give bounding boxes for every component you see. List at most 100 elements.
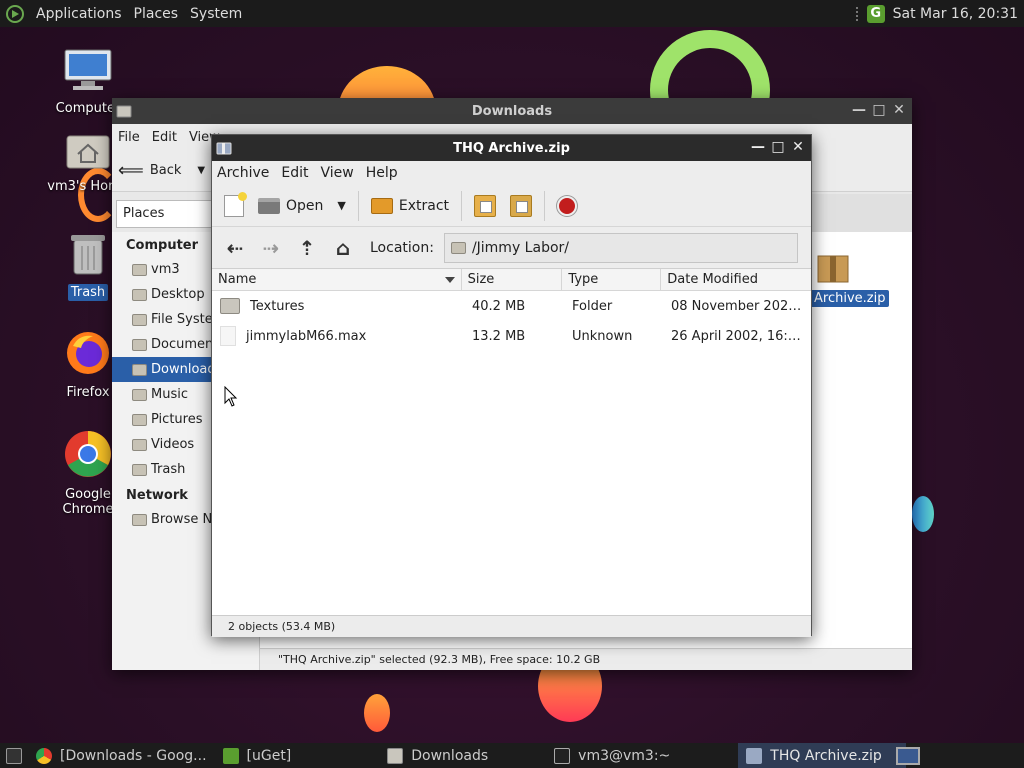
cell-type: Folder <box>572 298 613 314</box>
close-button[interactable]: ✕ <box>892 102 906 118</box>
file-name: jimmylabM66.max <box>246 328 367 344</box>
menu-edit[interactable]: Edit <box>281 165 308 181</box>
open-button[interactable]: Open <box>254 189 327 223</box>
location-field[interactable]: /Jimmy Labor/ <box>443 232 798 263</box>
close-button[interactable]: ✕ <box>791 139 805 155</box>
chevron-down-icon[interactable]: ▼ <box>197 165 205 176</box>
new-archive-button[interactable] <box>220 189 248 223</box>
open-icon <box>258 197 280 214</box>
show-desktop-icon <box>6 747 22 764</box>
downloads-titlebar[interactable]: Downloads — □ ✕ <box>112 98 912 124</box>
table-row[interactable]: Textures 40.2 MB Folder 08 November 2022… <box>212 291 811 321</box>
window-title: THQ Archive.zip <box>453 140 570 156</box>
maximize-button[interactable]: □ <box>771 139 785 155</box>
task-label: [Downloads - Goog... <box>60 747 207 764</box>
decor-small-blob <box>364 694 390 732</box>
location-label: Location: <box>370 239 434 256</box>
archive-file-icon[interactable] <box>812 246 852 286</box>
sort-arrow-icon <box>444 277 455 283</box>
file-list-header: Name Size Type Date Modified <box>212 269 811 291</box>
folder-icon <box>132 288 147 301</box>
stop-button[interactable] <box>553 189 581 223</box>
add-files-button[interactable] <box>470 189 500 223</box>
music-folder-icon <box>132 388 147 401</box>
cell-date: 26 April 2002, 16:01 <box>671 328 802 344</box>
back-arrow-icon[interactable]: ⇠ <box>222 235 248 261</box>
forward-arrow-icon[interactable]: ⇢ <box>258 235 284 261</box>
folder-icon <box>387 747 404 764</box>
sidebar-item-label: Trash <box>151 462 186 477</box>
column-label: Date Modified <box>667 272 758 287</box>
file-list[interactable]: Textures 40.2 MB Folder 08 November 2022… <box>212 291 811 615</box>
back-arrow-icon[interactable]: ⟸ <box>118 160 144 181</box>
archive-titlebar[interactable]: THQ Archive.zip — □ ✕ <box>212 135 811 161</box>
open-dropdown-button[interactable]: ▼ <box>333 189 349 223</box>
places-selector[interactable]: Places <box>116 200 212 228</box>
top-menu: Applications Places System <box>0 4 242 23</box>
uget-tray-icon[interactable]: G <box>866 4 885 23</box>
cell-name: jimmylabM66.max <box>212 326 462 346</box>
sidebar-item-label: Desktop <box>151 287 205 302</box>
chevron-down-icon: ▼ <box>337 199 346 212</box>
archive-manager-window[interactable]: THQ Archive.zip — □ ✕ Archive Edit View … <box>211 134 812 637</box>
back-button[interactable]: Back <box>150 163 182 178</box>
terminal-icon <box>554 747 571 764</box>
top-panel-tray: G Sat Mar 16, 20:31 <box>855 0 1018 27</box>
distro-logo-icon[interactable] <box>6 4 24 23</box>
add-files-icon <box>474 194 497 217</box>
add-folder-button[interactable] <box>506 189 536 223</box>
column-label: Size <box>467 272 495 287</box>
sidebar-item-label: Videos <box>151 437 195 452</box>
column-type[interactable]: Type <box>562 269 662 290</box>
uget-icon <box>222 747 239 764</box>
places-menu[interactable]: Places <box>134 6 179 22</box>
panel-separator <box>855 6 859 21</box>
pictures-folder-icon <box>132 413 147 426</box>
minimize-button[interactable]: — <box>751 139 765 155</box>
extract-button[interactable]: Extract <box>367 189 453 223</box>
task-chrome[interactable]: [Downloads - Goog... <box>28 743 215 768</box>
show-desktop-button[interactable] <box>0 743 28 768</box>
location-value: /Jimmy Labor/ <box>471 239 569 256</box>
task-label: Downloads <box>411 747 489 764</box>
table-row[interactable]: jimmylabM66.max 13.2 MB Unknown 26 April… <box>212 321 811 351</box>
column-size[interactable]: Size <box>462 269 563 290</box>
archive-toolbar: Open ▼ Extract <box>212 185 811 227</box>
column-name[interactable]: Name <box>212 269 462 290</box>
menu-file[interactable]: File <box>118 130 140 145</box>
sidebar-item-label: Music <box>151 387 188 402</box>
drive-icon <box>132 313 147 326</box>
task-label: THQ Archive.zip <box>770 747 882 764</box>
up-arrow-icon[interactable]: ⇡ <box>294 235 320 261</box>
maximize-button[interactable]: □ <box>872 102 886 118</box>
column-label: Name <box>218 272 257 287</box>
archive-statusbar: 2 objects (53.4 MB) <box>212 615 811 637</box>
column-date-modified[interactable]: Date Modified <box>661 269 811 290</box>
task-uget[interactable]: [uGet] <box>215 743 300 768</box>
folder-icon <box>220 298 240 314</box>
workspace-switcher[interactable] <box>896 747 920 765</box>
menu-view[interactable]: View <box>321 165 354 181</box>
menu-archive[interactable]: Archive <box>217 165 269 181</box>
menu-edit[interactable]: Edit <box>152 130 177 145</box>
task-terminal[interactable]: vm3@vm3:~ <box>546 743 678 768</box>
videos-folder-icon <box>132 438 147 451</box>
folder-icon <box>450 241 466 254</box>
home-icon[interactable]: ⌂ <box>330 235 356 261</box>
folder-icon <box>116 103 132 119</box>
file-name: Textures <box>250 298 305 314</box>
minimize-button[interactable]: — <box>852 102 866 118</box>
sidebar-item-label: Pictures <box>151 412 203 427</box>
task-archive[interactable]: THQ Archive.zip <box>738 743 907 768</box>
applications-menu[interactable]: Applications <box>36 6 122 22</box>
downloads-statusbar: "THQ Archive.zip" selected (92.3 MB), Fr… <box>260 648 912 670</box>
system-menu[interactable]: System <box>190 6 242 22</box>
clock[interactable]: Sat Mar 16, 20:31 <box>893 6 1018 22</box>
home-folder-icon <box>132 263 147 276</box>
toolbar-separator <box>461 190 463 221</box>
archive-icon <box>216 140 232 156</box>
menu-help[interactable]: Help <box>366 165 398 181</box>
archive-file-label[interactable]: Archive.zip <box>810 290 890 307</box>
task-downloads[interactable]: Downloads <box>379 743 496 768</box>
trash-icon <box>132 463 147 476</box>
